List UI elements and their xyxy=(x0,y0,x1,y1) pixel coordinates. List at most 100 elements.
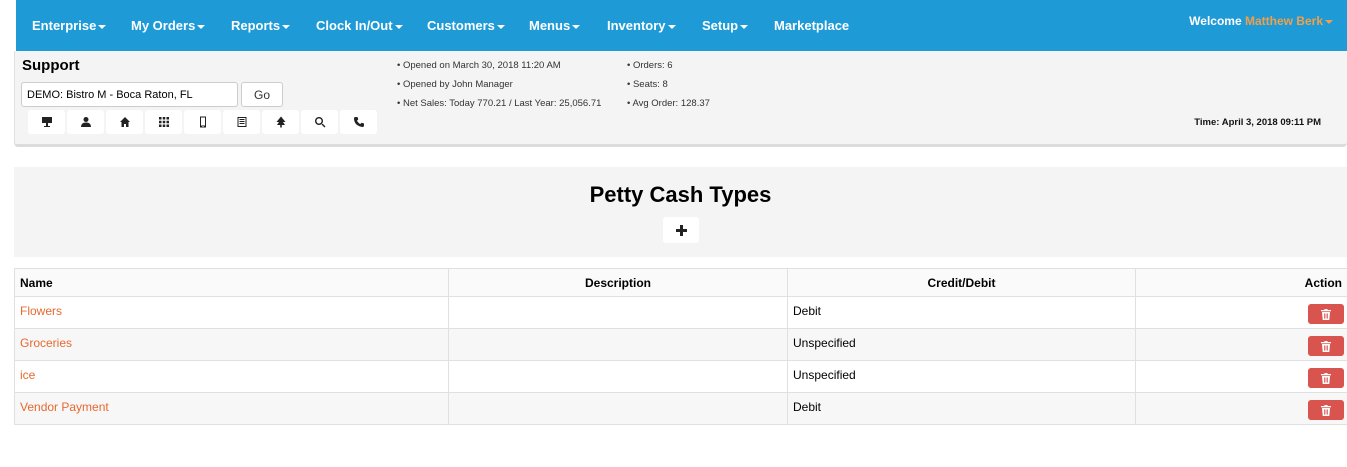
caret-down-icon xyxy=(572,24,581,29)
user-menu[interactable]: Matthew Berk xyxy=(1245,14,1333,28)
delete-button[interactable] xyxy=(1308,400,1344,420)
nav-reports[interactable]: Reports xyxy=(231,18,291,33)
plus-icon xyxy=(675,224,687,236)
nav-marketplace[interactable]: Marketplace xyxy=(774,18,849,33)
support-title: Support xyxy=(22,57,80,74)
user-button[interactable] xyxy=(67,110,104,134)
column-header-description[interactable]: Description xyxy=(448,268,788,297)
caret-down-icon xyxy=(98,24,107,29)
go-button[interactable]: Go xyxy=(241,82,283,107)
table-row: Groceries Unspecified xyxy=(14,328,1347,361)
trash-icon xyxy=(1321,404,1331,416)
cell-name: Groceries xyxy=(14,328,449,361)
table-row: ice Unspecified xyxy=(14,360,1347,393)
nav-marketplace-label: Marketplace xyxy=(774,18,850,33)
avg-order-text: • Avg Order: 128.37 xyxy=(627,98,710,109)
trash-icon xyxy=(1321,340,1331,352)
petty-cash-types-table: Name Description Credit/Debit Action Flo… xyxy=(14,268,1347,425)
mobile-button[interactable] xyxy=(184,110,221,134)
delete-button[interactable] xyxy=(1308,368,1344,388)
table-header-row: Name Description Credit/Debit Action xyxy=(14,268,1347,297)
current-time: Time: April 3, 2018 09:11 PM xyxy=(1194,117,1321,128)
cell-name: Vendor Payment xyxy=(14,392,449,425)
cell-description xyxy=(448,296,788,329)
mobile-icon xyxy=(199,116,206,128)
orders-count-text: • Orders: 6 xyxy=(627,60,673,71)
presentation-icon xyxy=(41,117,52,127)
nav-setup-label: Setup xyxy=(702,18,739,33)
presentation-button[interactable] xyxy=(28,110,65,134)
grid-button[interactable] xyxy=(145,110,182,134)
seats-count-text: • Seats: 8 xyxy=(627,79,668,90)
cell-description xyxy=(448,392,788,425)
trash-icon xyxy=(1321,308,1331,320)
nav-clock-in-out[interactable]: Clock In/Out xyxy=(316,18,403,33)
caret-down-icon xyxy=(282,24,291,29)
page-title-panel: Petty Cash Types xyxy=(14,167,1347,257)
cell-credit-debit: Debit xyxy=(787,296,1136,329)
cell-name: ice xyxy=(14,360,449,393)
user-name: Matthew Berk xyxy=(1244,14,1323,28)
caret-down-icon xyxy=(667,24,676,29)
petty-cash-type-link[interactable]: Groceries xyxy=(20,336,72,350)
nav-my-orders-label: My Orders xyxy=(131,18,196,33)
home-button[interactable] xyxy=(106,110,143,134)
opened-on-text: • Opened on March 30, 2018 11:20 AM xyxy=(397,60,561,71)
cell-action xyxy=(1135,296,1347,329)
cell-action xyxy=(1135,360,1347,393)
net-sales-text: • Net Sales: Today 770.21 / Last Year: 2… xyxy=(397,98,602,109)
user-icon xyxy=(80,117,91,127)
delete-button[interactable] xyxy=(1308,336,1344,356)
top-navbar: Enterprise My Orders Reports Clock In/Ou… xyxy=(16,0,1347,51)
list-button[interactable] xyxy=(223,110,260,134)
petty-cash-type-link[interactable]: Vendor Payment xyxy=(20,400,109,414)
petty-cash-types-table-wrap: Name Description Credit/Debit Action Flo… xyxy=(14,268,1347,425)
table-row: Flowers Debit xyxy=(14,296,1347,329)
cell-action xyxy=(1135,328,1347,361)
welcome-text: Welcome xyxy=(1189,14,1242,28)
home-icon xyxy=(119,117,130,127)
caret-down-icon xyxy=(197,24,206,29)
delete-button[interactable] xyxy=(1308,304,1344,324)
restaurant-info-left: • Opened on March 30, 2018 11:20 AM • Op… xyxy=(397,56,601,113)
quick-icon-bar xyxy=(28,110,377,134)
column-header-credit-debit[interactable]: Credit/Debit xyxy=(787,268,1136,297)
petty-cash-type-link[interactable]: Flowers xyxy=(20,304,62,318)
tree-icon xyxy=(276,116,285,128)
nav-enterprise-label: Enterprise xyxy=(32,18,97,33)
caret-down-icon xyxy=(394,24,403,29)
search-button[interactable] xyxy=(301,110,338,134)
table-row: Vendor Payment Debit xyxy=(14,392,1347,425)
nav-inventory-label: Inventory xyxy=(607,18,666,33)
opened-by-text: • Opened by John Manager xyxy=(397,79,513,90)
nav-my-orders[interactable]: My Orders xyxy=(131,18,206,33)
location-input[interactable] xyxy=(21,82,238,107)
caret-down-icon xyxy=(496,24,505,29)
cell-credit-debit: Debit xyxy=(787,392,1136,425)
trash-icon xyxy=(1321,372,1331,384)
caret-down-icon xyxy=(1325,19,1333,24)
welcome-area: Welcome Matthew Berk xyxy=(1189,14,1333,28)
restaurant-info-right: • Orders: 6 • Seats: 8 • Avg Order: 128.… xyxy=(627,56,710,113)
nav-inventory[interactable]: Inventory xyxy=(607,18,676,33)
phone-icon xyxy=(353,117,364,127)
list-icon xyxy=(237,117,246,127)
cell-credit-debit: Unspecified xyxy=(787,328,1136,361)
nav-customers-label: Customers xyxy=(427,18,495,33)
nav-enterprise[interactable]: Enterprise xyxy=(32,18,107,33)
phone-button[interactable] xyxy=(340,110,377,134)
column-header-name[interactable]: Name xyxy=(14,268,449,297)
nav-menus[interactable]: Menus xyxy=(529,18,581,33)
page-title: Petty Cash Types xyxy=(589,182,772,207)
caret-down-icon xyxy=(740,24,749,29)
grid-icon xyxy=(158,117,169,127)
tree-button[interactable] xyxy=(262,110,299,134)
nav-reports-label: Reports xyxy=(231,18,281,33)
add-petty-cash-type-button[interactable] xyxy=(663,217,699,243)
nav-customers[interactable]: Customers xyxy=(427,18,505,33)
nav-setup[interactable]: Setup xyxy=(702,18,749,33)
nav-menus-label: Menus xyxy=(529,18,571,33)
petty-cash-type-link[interactable]: ice xyxy=(20,368,35,382)
cell-credit-debit: Unspecified xyxy=(787,360,1136,393)
nav-clock-in-out-label: Clock In/Out xyxy=(316,18,393,33)
